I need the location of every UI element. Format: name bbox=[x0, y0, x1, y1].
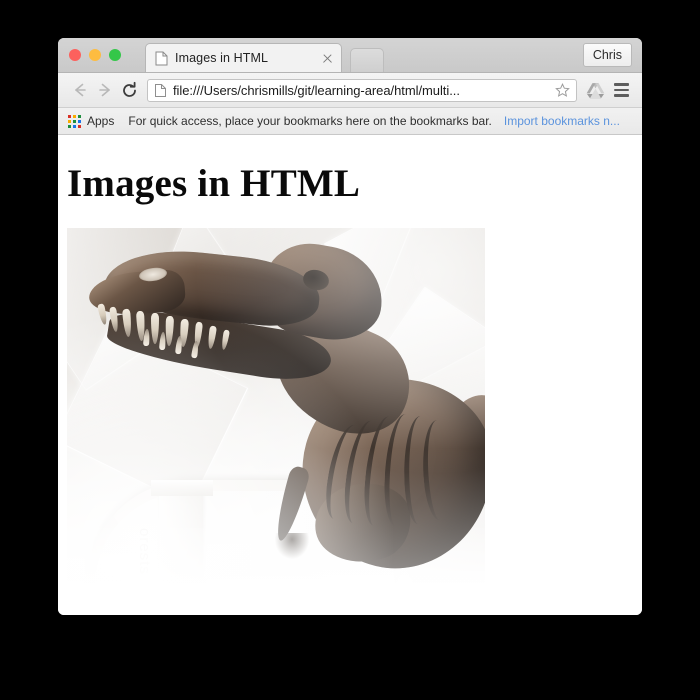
reload-button[interactable] bbox=[117, 78, 142, 103]
browser-window: Images in HTML Chris file:///Users/chris… bbox=[58, 38, 642, 615]
address-bar[interactable]: file:///Users/chrismills/git/learning-ar… bbox=[147, 78, 577, 102]
menu-bar-2 bbox=[613, 88, 629, 92]
apps-grid-icon bbox=[68, 114, 81, 128]
dinosaur-skeleton-photo: orests bbox=[67, 228, 485, 583]
window-controls bbox=[69, 49, 121, 61]
page-content: Images in HTML orests bbox=[58, 135, 642, 615]
page-title: Images in HTML bbox=[67, 162, 361, 205]
tab-strip: Images in HTML Chris bbox=[58, 38, 642, 73]
navigation-toolbar: file:///Users/chrismills/git/learning-ar… bbox=[58, 73, 642, 108]
bookmarks-hint-text: For quick access, place your bookmarks h… bbox=[128, 114, 492, 128]
minimize-window-button[interactable] bbox=[89, 49, 101, 61]
apps-dot bbox=[68, 114, 71, 118]
back-button[interactable] bbox=[67, 78, 92, 103]
profile-name: Chris bbox=[592, 48, 622, 62]
apps-dot bbox=[78, 114, 81, 118]
menu-bar-1 bbox=[613, 83, 629, 86]
apps-dot bbox=[78, 119, 81, 123]
chrome-menu-icon[interactable] bbox=[609, 78, 633, 102]
menu-bar-3 bbox=[613, 94, 629, 97]
apps-dot bbox=[78, 124, 81, 128]
close-window-button[interactable] bbox=[69, 49, 81, 61]
apps-label: Apps bbox=[87, 114, 115, 128]
dinosaur-claw bbox=[275, 533, 309, 559]
tab-images-in-html[interactable]: Images in HTML bbox=[145, 43, 342, 72]
bookmark-star-icon[interactable] bbox=[553, 81, 572, 100]
new-tab-button[interactable] bbox=[350, 48, 384, 72]
page-icon bbox=[155, 51, 168, 66]
apps-dot bbox=[73, 119, 76, 123]
url-text: file:///Users/chrismills/git/learning-ar… bbox=[173, 82, 460, 98]
apps-dot bbox=[73, 114, 76, 118]
apps-dot bbox=[73, 124, 76, 128]
tab-title: Images in HTML bbox=[175, 51, 269, 65]
page-icon bbox=[155, 83, 166, 97]
maximize-window-button[interactable] bbox=[109, 49, 121, 61]
museum-sign-cap bbox=[151, 480, 213, 496]
import-bookmarks-link[interactable]: Import bookmarks n... bbox=[504, 114, 632, 128]
apps-dot bbox=[68, 119, 71, 123]
bookmarks-bar: Apps For quick access, place your bookma… bbox=[58, 108, 642, 135]
profile-button[interactable]: Chris bbox=[582, 43, 632, 67]
apps-shortcut[interactable]: Apps bbox=[68, 114, 114, 128]
forward-button[interactable] bbox=[92, 78, 117, 103]
google-drive-icon[interactable] bbox=[583, 78, 607, 102]
close-icon[interactable] bbox=[320, 51, 335, 66]
apps-dot bbox=[68, 124, 71, 128]
